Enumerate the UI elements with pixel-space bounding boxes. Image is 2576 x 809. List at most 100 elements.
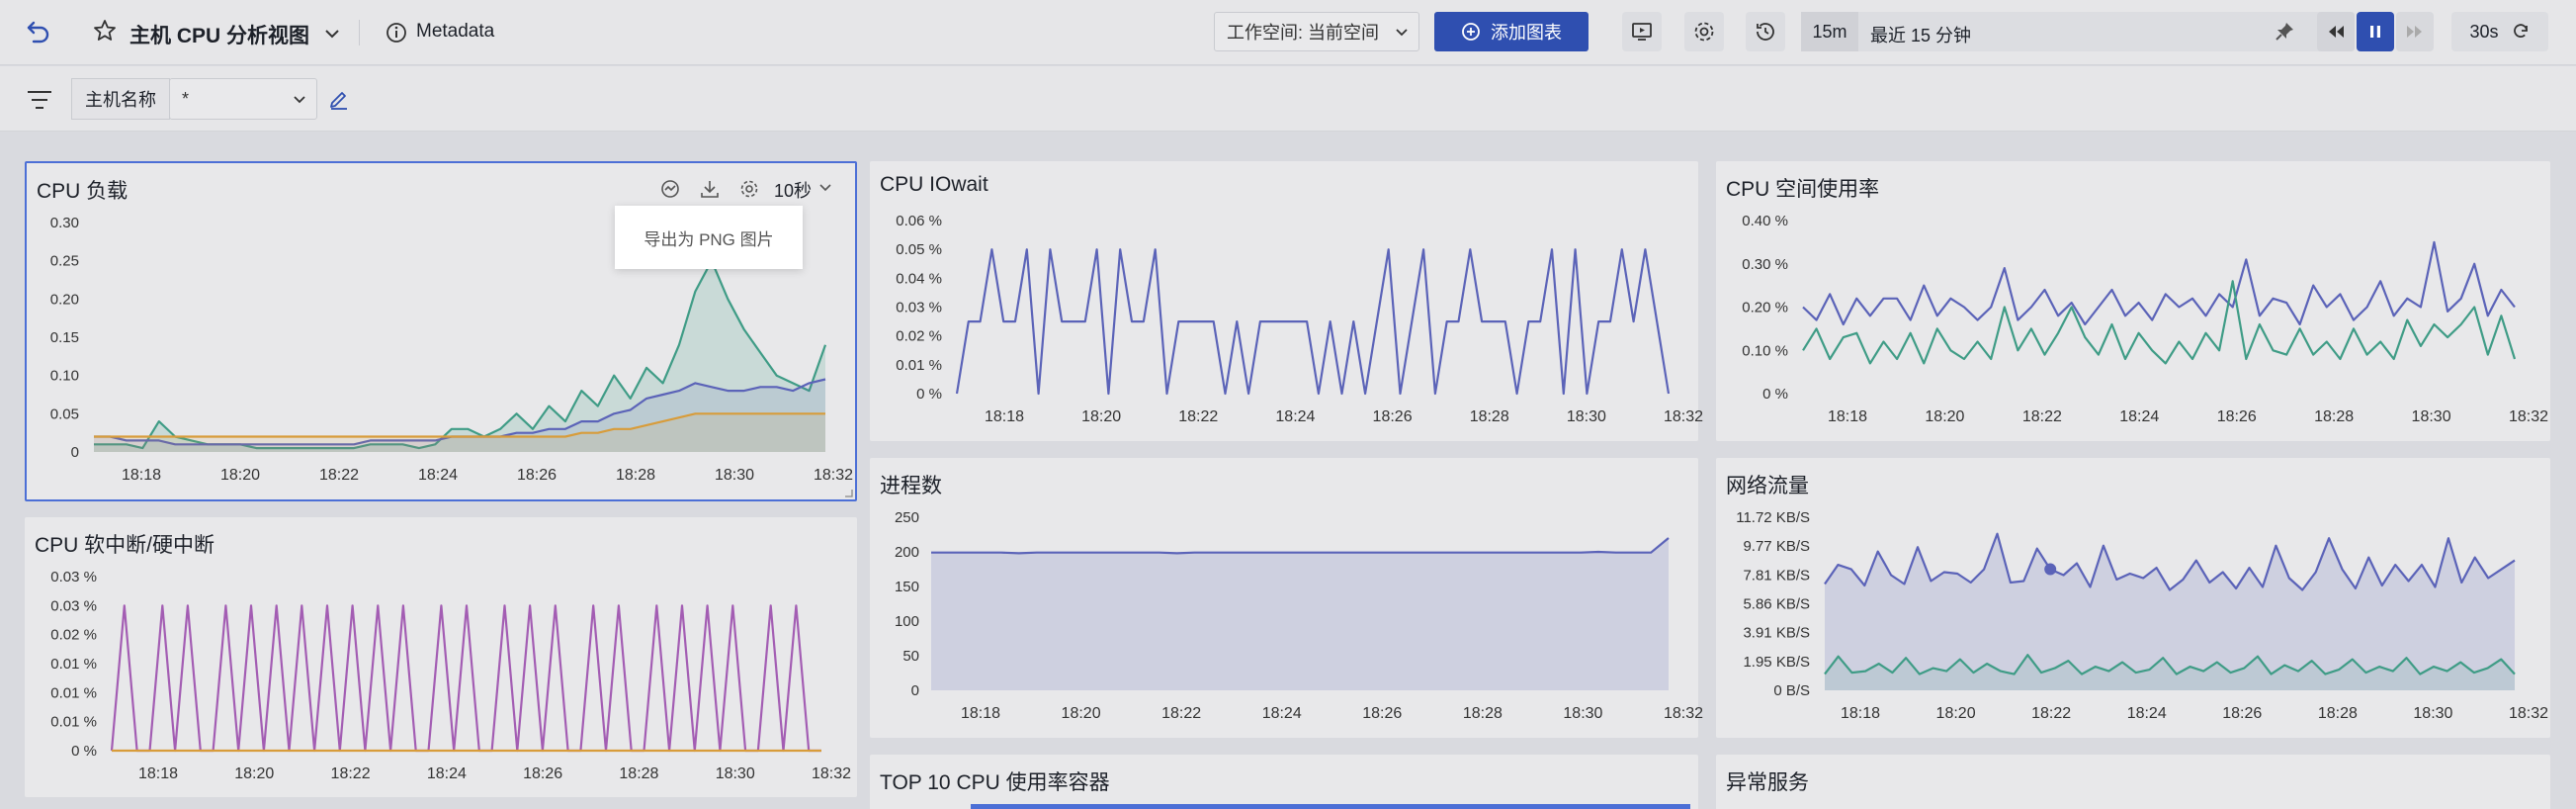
time-range-picker[interactable]: 15m 最近 15 分钟 (1801, 12, 2355, 51)
cpu-softirq-chart: 0.03 % 0.03 % 0.02 % 0.01 % 0.01 % 0.01 % 0 % 1… (50, 569, 851, 782)
y-tick-label: 150 (895, 579, 919, 595)
chevron-down-icon[interactable] (322, 24, 342, 44)
y-tick-label: 0.04 % (896, 270, 942, 287)
panel-network-traffic: 网络流量 11.72 KB/S 9.77 KB/S 7.81 KB/S 5.86 KB… (1716, 458, 2550, 738)
star-icon[interactable] (93, 19, 117, 43)
settings-button[interactable] (1684, 12, 1724, 51)
y-tick-label: 0 % (1762, 386, 1788, 403)
y-tick-label: 1.95 KB/S (1743, 654, 1810, 671)
y-tick-label: 50 (902, 648, 919, 665)
y-tick-label: 0.06 % (896, 213, 942, 229)
x-tick-label: 18:32 (812, 765, 851, 782)
x-tick-label: 18:28 (619, 765, 658, 782)
y-tick-label: 0.03 % (896, 300, 942, 316)
rewind-button[interactable] (2317, 12, 2355, 51)
y-tick-label: 0.15 (50, 329, 79, 346)
y-tick-label: 0.01 % (50, 684, 97, 701)
x-tick-label: 18:18 (1828, 408, 1867, 425)
dashboard-title: 主机 CPU 分析视图 (129, 25, 310, 47)
pause-button[interactable] (2357, 12, 2394, 51)
pin-icon[interactable] (2274, 21, 2295, 43)
host-filter-select[interactable]: * (169, 78, 317, 120)
edit-icon[interactable] (328, 88, 350, 110)
x-tick-label: 18:20 (1936, 705, 1976, 722)
series-line (931, 537, 1670, 555)
panel-cpu-space: CPU 空间使用率 0.40 % 0.30 % 0.20 % 0.10 % 0 % 18:… (1716, 161, 2550, 441)
back-icon[interactable] (26, 18, 51, 44)
history-button[interactable] (1746, 12, 1785, 51)
y-tick-label: 0.05 (50, 405, 79, 422)
y-tick-label: 0.25 (50, 253, 79, 270)
tv-mode-button[interactable] (1622, 12, 1662, 51)
series-line (955, 248, 1671, 396)
y-tick-label: 11.72 KB/S (1736, 509, 1810, 526)
x-tick-label: 18:28 (616, 467, 655, 484)
workspace-label: 工作空间: 当前空间 (1227, 23, 1380, 43)
chevron-down-icon (1393, 24, 1411, 42)
x-tick-label: 18:24 (2127, 705, 2167, 722)
host-filter-value: * (182, 88, 190, 109)
y-tick-label: 0.02 % (50, 627, 97, 644)
series-line (110, 604, 821, 753)
y-tick-label: 0.01 % (50, 714, 97, 731)
y-tick-label: 0.40 % (1742, 213, 1788, 229)
add-chart-button[interactable]: 添加图表 (1434, 12, 1589, 51)
x-tick-label: 18:32 (814, 467, 853, 484)
network-traffic-chart: 11.72 KB/S 9.77 KB/S 7.81 KB/S 5.86 KB/S 3.9… (1736, 509, 2548, 722)
panel-top10-containers: TOP 10 CPU 使用率容器 (870, 755, 1698, 809)
x-tick-label: 18:26 (1362, 705, 1402, 722)
x-tick-label: 18:30 (2413, 705, 2452, 722)
x-tick-label: 18:22 (331, 765, 371, 782)
y-tick-label: 0 % (916, 386, 942, 403)
x-tick-label: 18:24 (1275, 408, 1315, 425)
y-tick-label: 0.03 % (50, 569, 97, 585)
panel-title: TOP 10 CPU 使用率容器 (880, 771, 1110, 794)
x-tick-label: 18:28 (2318, 705, 2358, 722)
y-tick-label: 0.30 % (1742, 256, 1788, 273)
x-tick-label: 18:28 (1470, 408, 1509, 425)
refresh-icon (2511, 22, 2531, 42)
x-tick-label: 18:24 (1262, 705, 1302, 722)
cpu-iowait-chart: 0.06 % 0.05 % 0.04 % 0.03 % 0.02 % 0.01 % 0 % 1… (896, 213, 1703, 425)
x-tick-label: 18:18 (138, 765, 178, 782)
history-icon (1754, 20, 1777, 44)
y-tick-label: 0 % (71, 743, 97, 760)
x-tick-label: 18:20 (1925, 408, 1964, 425)
y-tick-label: 100 (895, 613, 919, 630)
metadata-link[interactable]: Metadata (416, 21, 494, 43)
monitor-icon (1630, 20, 1654, 44)
fast-forward-icon (2404, 21, 2426, 43)
gear-icon (1692, 20, 1716, 44)
filter-icon[interactable] (27, 89, 52, 111)
hover-point (2044, 563, 2057, 576)
x-tick-label: 18:30 (2412, 408, 2451, 425)
info-icon (386, 22, 407, 44)
x-tick-label: 18:32 (2509, 408, 2548, 425)
x-tick-label: 18:24 (418, 467, 458, 484)
y-tick-label: 0 (911, 682, 919, 699)
y-tick-label: 200 (895, 544, 919, 561)
series-line (1802, 280, 2517, 365)
y-tick-label: 0 B/S (1773, 682, 1810, 699)
process-count-chart: 250 200 150 100 50 0 18:18 18:20 18:22 18:24 18:26… (895, 509, 1703, 722)
chevron-down-icon (291, 91, 308, 109)
x-tick-label: 18:24 (2119, 408, 2159, 425)
panel-process-count: 进程数 250 200 150 100 50 0 18:18 18:20 18:22 18:24 1… (870, 458, 1703, 738)
export-png-tooltip: 导出为 PNG 图片 (615, 206, 803, 269)
workspace-select[interactable]: 工作空间: 当前空间 (1214, 12, 1419, 51)
divider (359, 20, 360, 45)
refresh-interval-select[interactable]: 30s (2451, 12, 2548, 51)
panel-abnormal-services: 异常服务 (1716, 755, 2550, 809)
y-tick-label: 0.10 (50, 368, 79, 385)
x-tick-label: 18:18 (985, 408, 1024, 425)
time-short-label: 15m (1801, 12, 1858, 51)
pause-icon (2365, 22, 2385, 42)
forward-button[interactable] (2396, 12, 2434, 51)
x-tick-label: 18:22 (1178, 408, 1218, 425)
panel-cpu-softirq: CPU 软中断/硬中断 0.03 % 0.03 % 0.02 % 0.01 % 0.01… (25, 517, 857, 797)
cpu-space-chart: 0.40 % 0.30 % 0.20 % 0.10 % 0 % 18:18 18:20 18:… (1742, 213, 2548, 425)
refresh-interval-label: 30s (2469, 21, 2499, 42)
y-tick-label: 5.86 KB/S (1743, 596, 1810, 613)
x-tick-label: 18:22 (2031, 705, 2071, 722)
x-tick-label: 18:26 (517, 467, 557, 484)
